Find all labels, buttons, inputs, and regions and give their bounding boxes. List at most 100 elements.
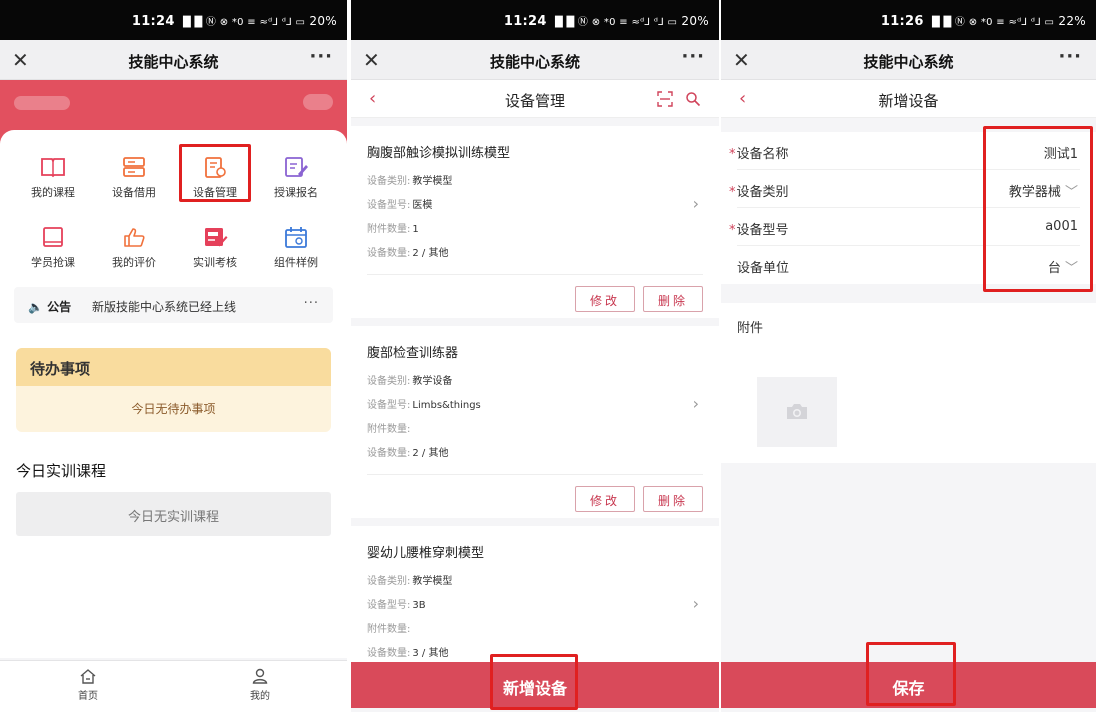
tab-mine[interactable]: 我的 (230, 667, 290, 702)
device-card[interactable]: 胸腹部触诊模拟训练模型 设备类别: 教学模型 设备型号: 医模 附件数量: 1 设备数… (351, 126, 719, 318)
chevron-right-icon[interactable]: › (693, 394, 699, 413)
battery-level: 20% (309, 14, 337, 28)
grid-item-device-borrow[interactable]: 设备借用 (94, 156, 174, 200)
highlight-box (490, 654, 578, 710)
grid-item-label: 设备借用 (112, 186, 156, 199)
blurred-user-name (14, 96, 70, 110)
more-icon[interactable]: ··· (681, 46, 705, 67)
device-name: 胸腹部触诊模拟训练模型 (367, 146, 511, 161)
grid-item-student-grab-course[interactable]: 学员抢课 (13, 226, 93, 270)
user-icon (252, 668, 268, 684)
notebook-icon (43, 227, 63, 247)
camera-icon (787, 404, 807, 419)
device-quantity: 2 / 其他 (412, 448, 449, 459)
announcement-more-icon[interactable]: ··· (304, 296, 319, 311)
grid-item-label: 我的评价 (112, 256, 156, 269)
todo-title: 待办事项 (30, 360, 91, 378)
tab-home[interactable]: 首页 (58, 667, 118, 702)
home-icon (80, 669, 96, 684)
todo-empty-text: 今日无待办事项 (131, 402, 216, 416)
announcement-bar[interactable]: 🔈 公告 新版技能中心系统已经上线 ··· (14, 287, 333, 323)
device-model-row: 设备型号: 医模 (367, 196, 432, 211)
highlight-box (866, 642, 956, 706)
device-category-row: 设备类别: 教学模型 (367, 572, 452, 587)
tab-label: 首页 (78, 691, 98, 702)
divider (367, 474, 703, 475)
field-label-text: 设备型号 (736, 223, 789, 238)
device-model-row: 设备型号: Limbs&things (367, 396, 481, 411)
device-attachments-row: 附件数量: (367, 620, 412, 635)
upload-photo-button[interactable] (757, 377, 837, 447)
search-icon[interactable] (685, 91, 701, 107)
grid-item-component-samples[interactable]: 组件样例 (256, 226, 336, 270)
grid-item-label: 组件样例 (274, 256, 318, 269)
device-category-row: 设备类别: 教学模型 (367, 172, 452, 187)
app-title: 技能中心系统 (863, 53, 954, 71)
divider (367, 274, 703, 275)
battery-level: 22% (1058, 14, 1086, 28)
app-bar: ✕ 技能中心系统 ··· (351, 40, 719, 80)
device-category-row: 设备类别: 教学设备 (367, 372, 452, 387)
add-device-screen: 11:26 █ █ Ⓝ ⊗ *0 ≡ ≈ᵈ⅃ ᵈ⅃ ▭ 22% ✕ 技能中心系统… (721, 0, 1096, 712)
device-model: 医模 (412, 200, 433, 211)
grid-item-my-evaluation[interactable]: 我的评价 (94, 226, 174, 270)
grid-item-label: 我的课程 (31, 186, 75, 199)
page-header: ‹ 设备管理 (351, 80, 719, 118)
status-time: 11:24 (503, 14, 547, 29)
device-name: 腹部检查训练器 (367, 346, 459, 361)
battery-level: 20% (681, 14, 709, 28)
device-card[interactable]: 婴幼儿腰椎穿刺模型 设备类别: 教学模型 设备型号: 3B 附件数量: 设备数量: 3… (351, 526, 719, 666)
device-category: 教学模型 (412, 176, 453, 187)
grid-item-teaching-signup[interactable]: 授课报名 (256, 156, 336, 200)
device-quantity-row: 设备数量: 2 / 其他 (367, 244, 448, 259)
grid-item-label: 授课报名 (274, 186, 318, 199)
status-bar: 11:24 █ █ Ⓝ ⊗ *0 ≡ ≈ᵈ⅃ ᵈ⅃ ▭ 20% (0, 0, 347, 40)
grid-item-label: 实训考核 (193, 256, 237, 269)
field-label: 设备数量: (367, 648, 411, 659)
field-label: *设备名称 (729, 143, 789, 162)
more-icon[interactable]: ··· (309, 46, 333, 67)
status-icons: █ █ Ⓝ ⊗ *0 ≡ ≈ᵈ⅃ ᵈ⅃ ▭ (182, 17, 306, 28)
scan-icon[interactable] (657, 91, 673, 107)
today-training-empty: 今日无实训课程 (16, 492, 331, 536)
edit-button[interactable]: 修改 (575, 486, 635, 512)
grid-item-my-courses[interactable]: 我的课程 (13, 156, 93, 200)
thumbs-up-icon (124, 228, 145, 247)
device-attachments-row: 附件数量: (367, 420, 412, 435)
delete-button[interactable]: 删除 (643, 286, 703, 312)
status-time: 11:26 (880, 14, 924, 29)
device-quantity-row: 设备数量: 2 / 其他 (367, 444, 448, 459)
required-mark: * (729, 223, 736, 238)
device-model-row: 设备型号: 3B (367, 596, 426, 611)
chevron-right-icon[interactable]: › (693, 594, 699, 613)
status-icons: █ █ Ⓝ ⊗ *0 ≡ ≈ᵈ⅃ ᵈ⅃ ▭ (931, 17, 1055, 28)
status-bar: 11:26 █ █ Ⓝ ⊗ *0 ≡ ≈ᵈ⅃ ᵈ⅃ ▭ 22% (721, 0, 1096, 40)
chevron-right-icon[interactable]: › (693, 194, 699, 213)
grid-item-label: 学员抢课 (31, 256, 75, 269)
device-quantity: 2 / 其他 (412, 248, 449, 259)
device-quantity: 3 / 其他 (412, 648, 449, 659)
highlight-box (179, 144, 251, 202)
device-model: Limbs&things (412, 400, 481, 411)
device-list-screen: 11:24 █ █ Ⓝ ⊗ *0 ≡ ≈ᵈ⅃ ᵈ⅃ ▭ 20% ✕ 技能中心系统… (351, 0, 719, 712)
page-title: 新增设备 (878, 92, 939, 110)
page-header: ‹ 新增设备 (721, 80, 1096, 118)
edit-button[interactable]: 修改 (575, 286, 635, 312)
announcement-label: 🔈 公告 (28, 298, 71, 315)
field-label-text: 设备类别 (736, 185, 789, 200)
field-label: 附件数量: (367, 224, 411, 235)
more-icon[interactable]: ··· (1058, 46, 1082, 67)
field-label: *设备型号 (729, 219, 789, 238)
blurred-user-info (303, 94, 333, 110)
server-icon (123, 157, 145, 177)
device-card[interactable]: 腹部检查训练器 设备类别: 教学设备 设备型号: Limbs&things 附件数量… (351, 326, 719, 518)
app-bar: ✕ 技能中心系统 ··· (0, 40, 347, 80)
field-label: 设备类别: (367, 376, 411, 387)
home-screen: 11:24 █ █ Ⓝ ⊗ *0 ≡ ≈ᵈ⅃ ᵈ⅃ ▭ 20% ✕ 技能中心系统… (0, 0, 347, 712)
attachment-area (721, 347, 1096, 463)
edit-icon (285, 157, 308, 177)
field-label: *设备类别 (729, 181, 789, 200)
delete-button[interactable]: 删除 (643, 486, 703, 512)
grid-item-training-exam[interactable]: 实训考核 (175, 226, 255, 270)
field-label: 设备数量: (367, 448, 411, 459)
